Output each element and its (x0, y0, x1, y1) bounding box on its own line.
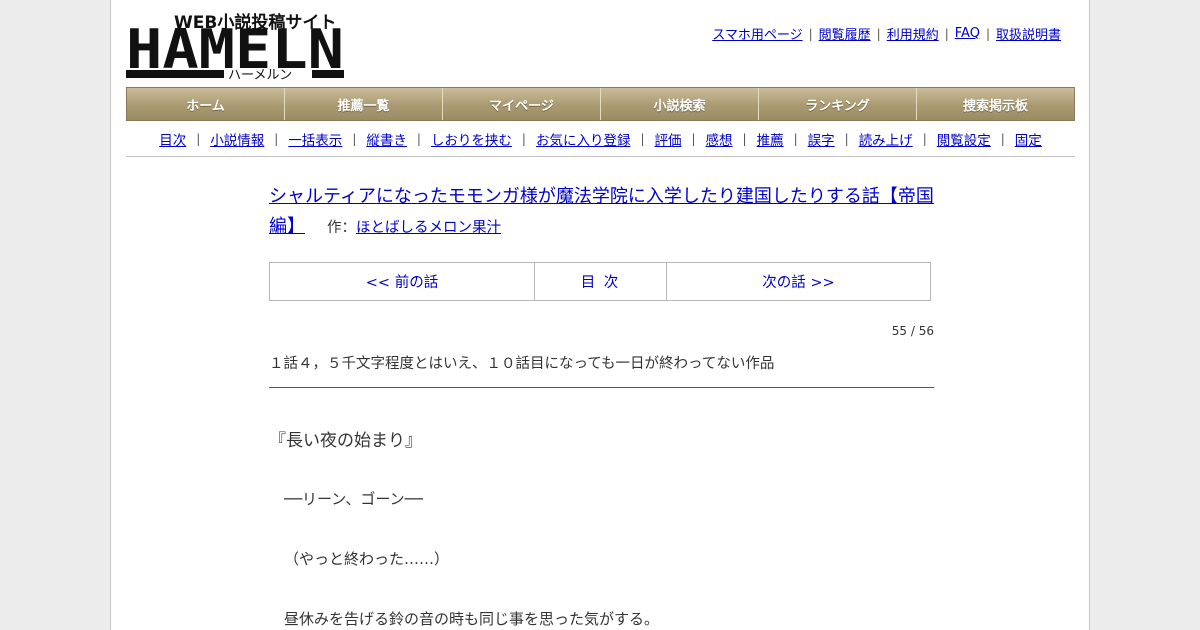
page-container: WEB小説投稿サイト HAMELN ハーメルン スマホ用ページ | 閲覧履歴 |… (110, 0, 1090, 630)
subnav-bookmark[interactable]: しおりを挟む (431, 129, 512, 149)
terms-link[interactable]: 利用規約 (887, 24, 939, 43)
subnav-show-all[interactable]: 一括表示 (288, 129, 342, 149)
body-line: ──リーン、ゴーン── (284, 490, 423, 508)
separator: | (876, 26, 881, 41)
separator: | (793, 132, 798, 146)
subnav-comments[interactable]: 感想 (706, 129, 733, 149)
toc-link[interactable]: 目 次 (535, 263, 667, 300)
body-line: （やっと終わった……） (284, 550, 450, 568)
nav-novel-search[interactable]: 小説検索 (601, 88, 759, 120)
manual-link[interactable]: 取扱説明書 (996, 24, 1061, 43)
main-nav: ホーム 推薦一覧 マイページ 小説検索 ランキング 捜索掲示板 (126, 87, 1075, 121)
subnav-recommend[interactable]: 推薦 (757, 129, 784, 149)
nav-home[interactable]: ホーム (127, 88, 285, 120)
author-link[interactable]: ほとばしるメロン果汁 (356, 220, 501, 236)
subnav-rate[interactable]: 評価 (655, 129, 682, 149)
separator: | (274, 132, 279, 146)
separator: | (196, 132, 201, 146)
separator: | (521, 132, 526, 146)
logo-kana: ハーメルン (228, 68, 292, 82)
separator: | (922, 132, 927, 146)
separator: | (808, 26, 813, 41)
separator: | (1000, 132, 1005, 146)
body-line: 昼休みを告げる鈴の音の時も同じ事を思った気がする。 (284, 610, 660, 628)
chapter-nav: << 前の話 目 次 次の話 >> (269, 262, 931, 301)
history-link[interactable]: 閲覧履歴 (819, 24, 871, 43)
nav-mypage[interactable]: マイページ (443, 88, 601, 120)
site-logo[interactable]: WEB小説投稿サイト HAMELN ハーメルン (126, 10, 346, 82)
nav-ranking[interactable]: ランキング (759, 88, 917, 120)
separator: | (691, 132, 696, 146)
chapter-counter: 55 / 56 (891, 324, 934, 338)
nav-search-board[interactable]: 捜索掲示板 (917, 88, 1074, 120)
smartphone-page-link[interactable]: スマホ用ページ (712, 24, 802, 43)
next-chapter-link[interactable]: 次の話 >> (667, 263, 930, 300)
subnav-toc[interactable]: 目次 (159, 129, 186, 149)
separator: | (742, 132, 747, 146)
chapter-heading: 『長い夜の始まり』 (269, 431, 422, 451)
top-links: スマホ用ページ | 閲覧履歴 | 利用規約 | FAQ | 取扱説明書 (712, 24, 1061, 43)
prev-chapter-link[interactable]: << 前の話 (270, 263, 535, 300)
separator: | (985, 26, 990, 41)
separator: | (844, 132, 849, 146)
separator: | (352, 132, 357, 146)
subnav-read-aloud[interactable]: 読み上げ (859, 129, 913, 149)
novel-sub-nav: 目次 | 小説情報 | 一括表示 | 縦書き | しおりを挟む | お気に入り登… (126, 122, 1075, 157)
author-label: 作： (327, 220, 356, 236)
subnav-typo[interactable]: 誤字 (808, 129, 835, 149)
separator: | (944, 26, 949, 41)
separator: | (640, 132, 645, 146)
subnav-vertical[interactable]: 縦書き (366, 129, 407, 149)
nav-recommendations[interactable]: 推薦一覧 (285, 88, 443, 120)
subnav-pin[interactable]: 固定 (1015, 129, 1042, 149)
foreword: １話４，５千文字程度とはいえ、１０話目になっても一日が終わってない作品 (269, 352, 934, 388)
subnav-view-settings[interactable]: 閲覧設定 (937, 129, 991, 149)
separator: | (416, 132, 421, 146)
novel-title-block: シャルティアになったモモンガ様が魔法学院に入学したり建国したりする話【帝国編】作… (269, 182, 939, 243)
subnav-novel-info[interactable]: 小説情報 (210, 129, 264, 149)
faq-link[interactable]: FAQ (955, 26, 980, 41)
subnav-favorite[interactable]: お気に入り登録 (536, 129, 631, 149)
